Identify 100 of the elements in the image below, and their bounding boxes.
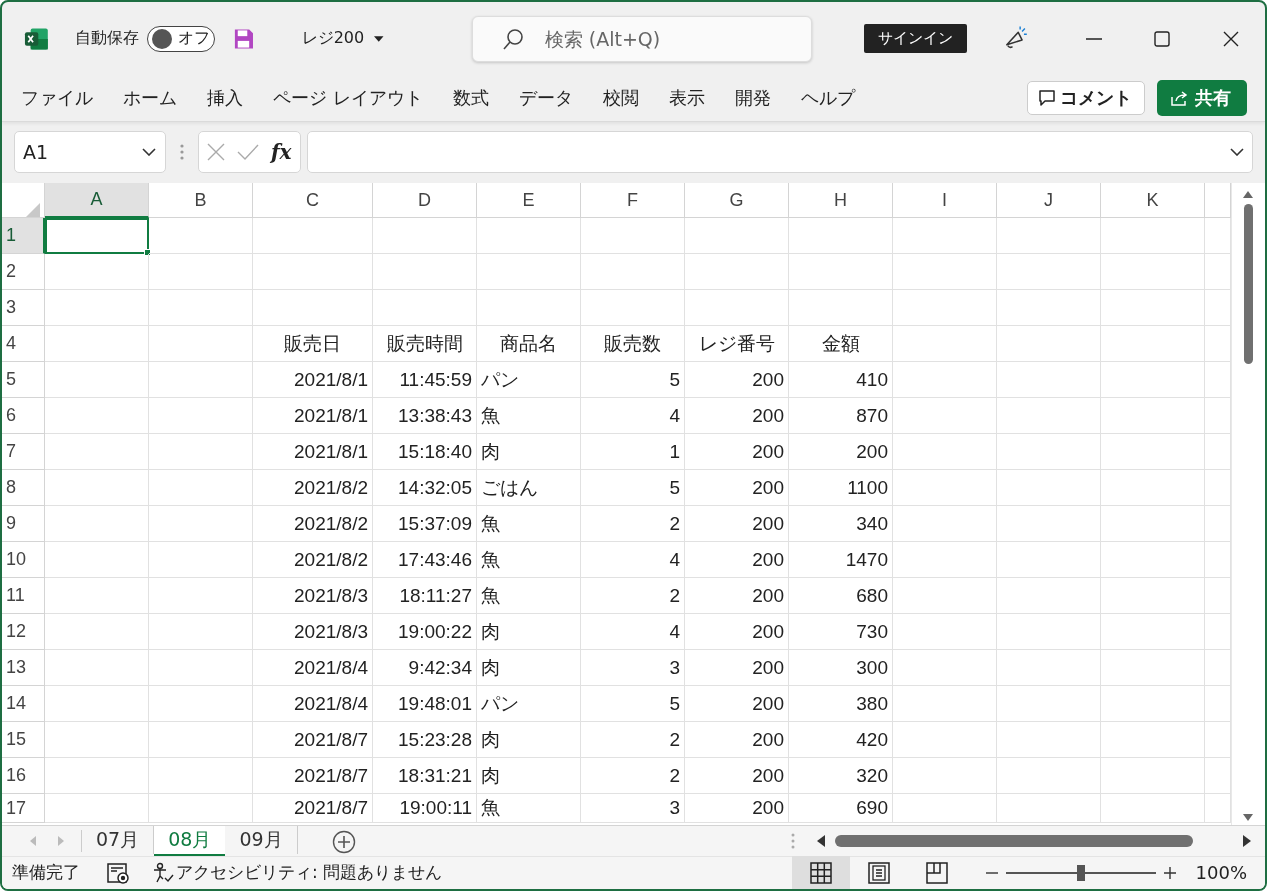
check-icon[interactable] — [237, 144, 259, 161]
sign-in-button[interactable]: サインイン — [863, 24, 967, 54]
column-header[interactable]: B — [149, 183, 253, 219]
empty-cell[interactable] — [1101, 686, 1205, 723]
empty-cell[interactable] — [997, 218, 1101, 255]
normal-view-button[interactable] — [791, 856, 850, 889]
empty-cell[interactable] — [893, 722, 997, 759]
empty-cell[interactable] — [149, 434, 253, 471]
empty-cell[interactable] — [149, 398, 253, 435]
column-header[interactable]: H — [789, 183, 893, 219]
empty-cell[interactable] — [1101, 470, 1205, 507]
row-header[interactable]: 12 — [2, 614, 45, 651]
empty-cell[interactable] — [893, 290, 997, 327]
empty-cell[interactable] — [789, 290, 893, 327]
autosave-toggle[interactable]: オフ — [146, 25, 215, 52]
empty-cell[interactable] — [253, 254, 373, 291]
empty-cell[interactable] — [149, 218, 253, 255]
row-header[interactable]: 17 — [2, 794, 45, 824]
empty-cell[interactable] — [685, 218, 789, 255]
empty-cell[interactable] — [581, 254, 685, 291]
empty-cell[interactable] — [1101, 650, 1205, 687]
empty-cell[interactable] — [1101, 542, 1205, 579]
empty-cell[interactable] — [1101, 794, 1205, 824]
sheet-tab[interactable]: 08月 — [154, 826, 226, 856]
share-button[interactable]: 共有 — [1157, 80, 1247, 117]
empty-cell[interactable] — [1101, 614, 1205, 651]
empty-cell[interactable] — [149, 254, 253, 291]
empty-cell[interactable] — [997, 722, 1101, 759]
sheet-tab[interactable]: 09月 — [225, 826, 298, 854]
empty-cell[interactable] — [893, 614, 997, 651]
selected-cell[interactable] — [45, 218, 149, 255]
empty-cell[interactable] — [1101, 398, 1205, 435]
row-header[interactable]: 15 — [2, 722, 45, 759]
column-header[interactable]: K — [1101, 183, 1205, 219]
empty-cell[interactable] — [581, 290, 685, 327]
chevron-down-icon[interactable] — [1230, 148, 1244, 157]
empty-cell[interactable] — [893, 326, 997, 363]
macro-record-icon[interactable] — [106, 862, 130, 884]
accessibility-icon[interactable] — [152, 862, 174, 884]
empty-cell[interactable] — [1101, 758, 1205, 795]
empty-cell[interactable] — [997, 290, 1101, 327]
column-header[interactable]: J — [997, 183, 1101, 219]
ribbon-tab[interactable]: 表示 — [657, 82, 716, 115]
empty-cell[interactable] — [997, 506, 1101, 543]
zoom-level[interactable]: 100% — [1195, 862, 1247, 884]
ribbon-tab[interactable]: 数式 — [441, 82, 500, 115]
chevron-down-icon[interactable] — [142, 148, 156, 157]
empty-cell[interactable] — [149, 614, 253, 651]
column-header[interactable]: G — [685, 183, 789, 219]
ribbon-tab[interactable]: ホーム — [112, 82, 188, 115]
empty-cell[interactable] — [1101, 218, 1205, 255]
empty-cell[interactable] — [149, 470, 253, 507]
empty-cell[interactable] — [1101, 326, 1205, 363]
empty-cell[interactable] — [1101, 506, 1205, 543]
empty-cell[interactable] — [149, 758, 253, 795]
row-header[interactable]: 9 — [2, 506, 45, 543]
empty-cell[interactable] — [1101, 722, 1205, 759]
empty-cell[interactable] — [149, 290, 253, 327]
comment-button[interactable]: コメント — [1027, 81, 1145, 116]
scroll-left-icon[interactable] — [817, 835, 825, 848]
scrollbar-thumb[interactable] — [1243, 204, 1253, 365]
row-header[interactable]: 14 — [2, 686, 45, 723]
empty-cell[interactable] — [893, 254, 997, 291]
empty-cell[interactable] — [1101, 362, 1205, 399]
ribbon-tab[interactable]: データ — [507, 82, 584, 115]
empty-cell[interactable] — [997, 578, 1101, 615]
empty-cell[interactable] — [893, 398, 997, 435]
column-header[interactable]: E — [477, 183, 581, 219]
empty-cell[interactable] — [997, 254, 1101, 291]
row-header[interactable]: 10 — [2, 542, 45, 579]
formula-field[interactable] — [306, 131, 1253, 174]
add-sheet-icon[interactable] — [331, 830, 356, 855]
row-header[interactable]: 6 — [2, 398, 45, 435]
empty-cell[interactable] — [253, 218, 373, 255]
empty-cell[interactable] — [893, 470, 997, 507]
row-header[interactable]: 2 — [2, 254, 45, 291]
empty-cell[interactable] — [1101, 254, 1205, 291]
empty-cell[interactable] — [997, 362, 1101, 399]
empty-cell[interactable] — [997, 614, 1101, 651]
empty-cell[interactable] — [149, 326, 253, 363]
zoom-in-icon[interactable] — [1163, 867, 1176, 879]
zoom-slider[interactable] — [1005, 863, 1156, 883]
cancel-icon[interactable] — [207, 143, 225, 162]
empty-cell[interactable] — [893, 506, 997, 543]
column-header[interactable]: A — [45, 183, 149, 219]
row-header[interactable]: 7 — [2, 434, 45, 471]
empty-cell[interactable] — [685, 290, 789, 327]
empty-cell[interactable] — [1101, 290, 1205, 327]
column-header[interactable]: D — [373, 183, 477, 219]
empty-cell[interactable] — [997, 650, 1101, 687]
accessibility-status[interactable]: アクセシビリティ: 問題ありません — [176, 861, 443, 885]
caret-icon[interactable] — [374, 35, 384, 42]
empty-cell[interactable] — [373, 218, 477, 255]
empty-cell[interactable] — [149, 722, 253, 759]
ribbon-tab[interactable]: ファイル — [10, 82, 104, 115]
ribbon-tab[interactable]: ヘルプ — [789, 82, 866, 115]
empty-cell[interactable] — [893, 434, 997, 471]
empty-cell[interactable] — [997, 326, 1101, 363]
empty-cell[interactable] — [893, 794, 997, 824]
empty-cell[interactable] — [149, 794, 253, 824]
